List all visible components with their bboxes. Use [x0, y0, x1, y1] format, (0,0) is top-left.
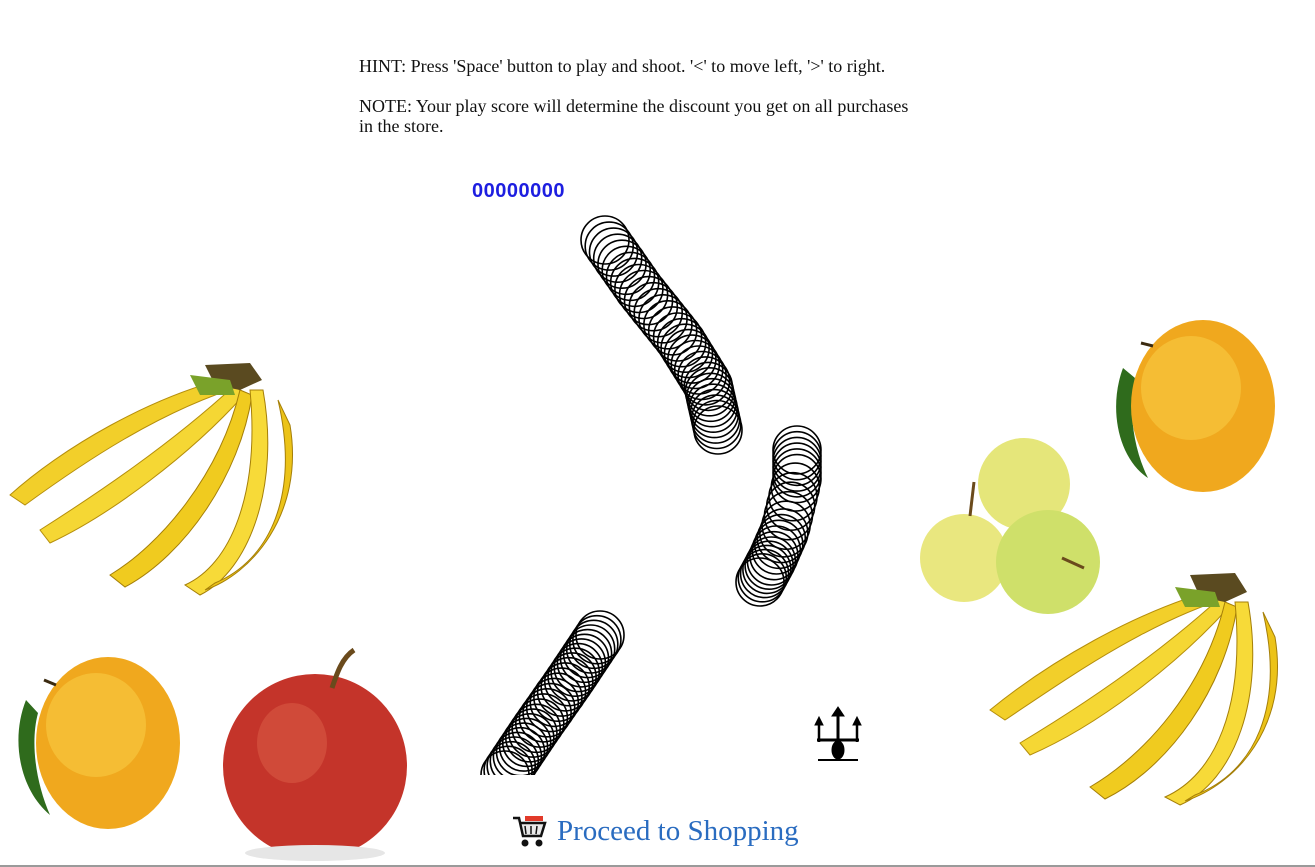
enemy-trail-middle [735, 425, 822, 607]
enemy-trail-lower [480, 610, 625, 800]
proceed-label: Proceed to Shopping [557, 814, 799, 847]
enemy-ring [688, 383, 739, 434]
shopping-cart-icon [513, 816, 547, 847]
enemy-ring [683, 361, 734, 412]
enemy-trail-upper [580, 215, 743, 455]
apples-green [920, 438, 1100, 614]
proceed-to-shopping-link[interactable]: Proceed to Shopping [511, 814, 799, 848]
player-ship-icon [814, 706, 862, 761]
banana-bunch-left [9, 363, 293, 596]
apple-red [223, 647, 407, 861]
mango-right-top [1116, 320, 1275, 492]
enemy-ring [693, 405, 743, 455]
game-canvas[interactable] [0, 0, 1315, 867]
enemy-ring [691, 399, 742, 450]
mango-left-bottom [18, 657, 180, 829]
trail-clip-bottom [460, 775, 660, 815]
